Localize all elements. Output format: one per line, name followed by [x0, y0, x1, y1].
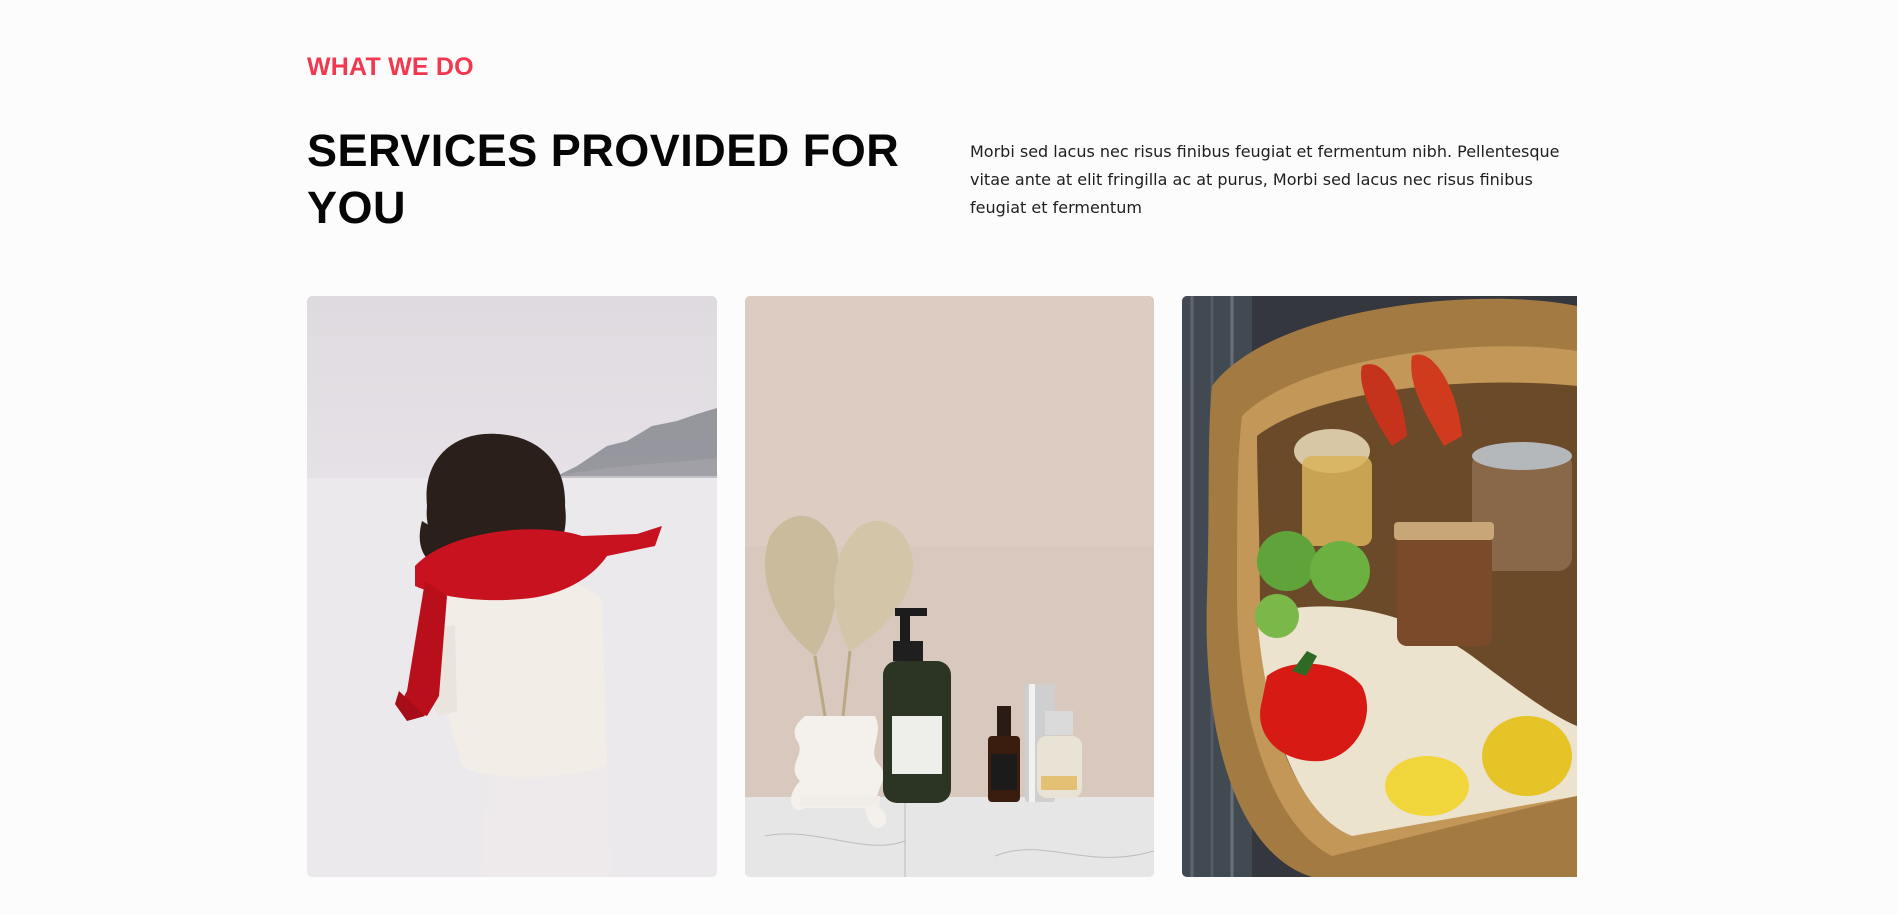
- service-card-2[interactable]: [745, 296, 1154, 877]
- service-card-1[interactable]: [307, 296, 717, 877]
- section-title: SERVICES PROVIDED FOR YOU: [307, 125, 900, 233]
- skincare-bottles-vase-photo: [745, 296, 1154, 877]
- section-eyebrow: WHAT WE DO: [307, 53, 474, 81]
- grocery-basket-photo: [1182, 296, 1577, 877]
- section-description: Morbi sed lacus nec risus finibus feugia…: [970, 142, 1560, 217]
- service-card-3[interactable]: [1182, 296, 1577, 877]
- woman-red-scarf-snow-photo: [307, 296, 717, 877]
